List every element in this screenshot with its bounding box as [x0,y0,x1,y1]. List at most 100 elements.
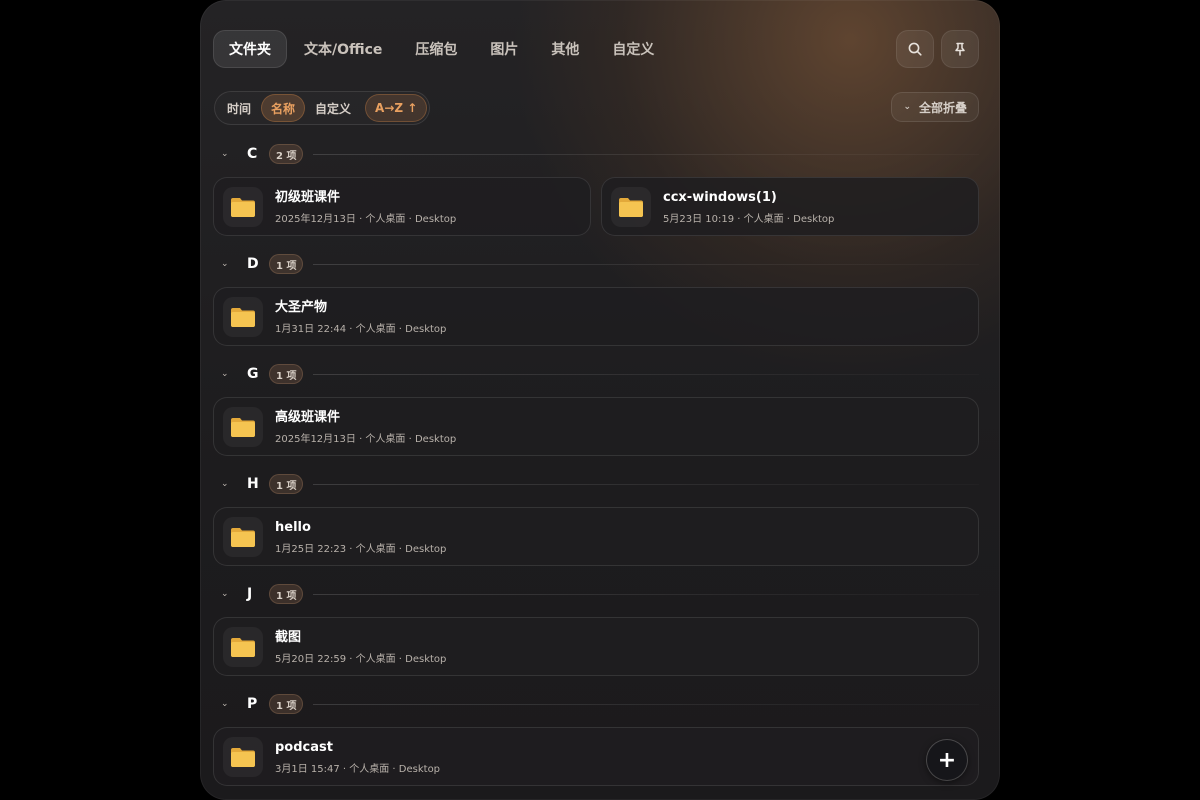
group-divider [313,703,979,705]
chevron-down-icon: ⌄ [221,589,229,599]
folder-card[interactable]: 截图 5月20日 22:59 · 个人桌面 · Desktop [213,617,979,676]
chevron-down-icon: ⌄ [221,369,229,379]
chevron-down-icon: ⌄ [221,479,229,489]
folder-details: 5月20日 22:59 · 个人桌面 · Desktop [275,653,447,665]
folder-card[interactable]: hello 1月25日 22:23 · 个人桌面 · Desktop [213,507,979,566]
group-divider [313,483,979,485]
group-letter: G [247,366,259,382]
folder-icon [231,307,255,327]
folder-thumb [223,296,263,337]
folder-meta: hello 1月25日 22:23 · 个人桌面 · Desktop [275,519,446,555]
group-cards: hello 1月25日 22:23 · 个人桌面 · Desktop [213,507,979,566]
folder-thumb [223,186,263,227]
category-tabs: 文件夹 文本/Office 压缩包 图片 其他 自定义 [213,30,671,68]
group-cards: 初级班课件 2025年12月13日 · 个人桌面 · Desktop ccx-win… [213,177,979,236]
group-count-badge: 1 项 [269,694,304,714]
folder-icon [231,747,255,767]
folder-icon [231,637,255,657]
folder-thumb [223,736,263,777]
sort-direction-toggle[interactable]: A→Z ↑ [365,94,428,122]
folder-details: 2025年12月13日 · 个人桌面 · Desktop [275,213,457,225]
sort-by-custom[interactable]: 自定义 [305,94,361,122]
search-icon [908,42,922,56]
folder-thumb [223,626,263,667]
group-header[interactable]: ⌄ C 2 项 [213,137,979,171]
folder-meta: 初级班课件 2025年12月13日 · 个人桌面 · Desktop [275,189,456,225]
folder-card[interactable]: 初级班课件 2025年12月13日 · 个人桌面 · Desktop [213,177,591,236]
file-panel: 文件夹 文本/Office 压缩包 图片 其他 自定义 时间 名称 自定义 A→… [200,0,1000,800]
collapse-all-button[interactable]: ⌄ 全部折叠 [891,92,979,122]
group-header[interactable]: ⌄ D 1 项 [213,247,979,281]
folder-details: 1月25日 22:23 · 个人桌面 · Desktop [275,543,447,555]
tab-archives[interactable]: 压缩包 [399,30,473,68]
folder-name: 高级班课件 [275,409,341,425]
folder-name: 截图 [275,629,302,645]
add-button[interactable]: + [927,740,967,780]
group-letter: P [247,696,258,712]
folder-thumb [223,516,263,557]
folder-details: 5月23日 10:19 · 个人桌面 · Desktop [663,213,835,225]
group-cards: 高级班课件 2025年12月13日 · 个人桌面 · Desktop [213,397,979,456]
folder-name: podcast [275,739,333,755]
chevron-down-icon: ⌄ [903,102,911,112]
group-letter: H [247,476,259,492]
group-cards: 大圣产物 1月31日 22:44 · 个人桌面 · Desktop [213,287,979,346]
folder-icon [231,527,255,547]
group-count-badge: 1 项 [269,584,304,604]
folder-thumb [223,406,263,447]
group-letter: C [247,146,258,162]
folder-meta: 截图 5月20日 22:59 · 个人桌面 · Desktop [275,629,446,665]
group-letter: D [247,256,259,272]
group-header[interactable]: ⌄ P 1 项 [213,687,979,721]
chevron-down-icon: ⌄ [221,699,229,709]
folder-meta: 大圣产物 1月31日 22:44 · 个人桌面 · Desktop [275,299,446,335]
folder-details: 1月31日 22:44 · 个人桌面 · Desktop [275,323,447,335]
folder-card[interactable]: 大圣产物 1月31日 22:44 · 个人桌面 · Desktop [213,287,979,346]
folder-name: 大圣产物 [275,299,328,315]
folder-icon [231,197,255,217]
group-count-badge: 1 项 [269,254,304,274]
folder-meta: podcast 3月1日 15:47 · 个人桌面 · Desktop [275,739,440,775]
folder-meta: 高级班课件 2025年12月13日 · 个人桌面 · Desktop [275,409,456,445]
group-cards: podcast 3月1日 15:47 · 个人桌面 · Desktop + [213,727,979,786]
tab-images[interactable]: 图片 [474,30,534,68]
chevron-down-icon: ⌄ [221,149,229,159]
folder-name: 初级班课件 [275,189,341,205]
pin-button[interactable] [941,30,979,68]
tab-custom[interactable]: 自定义 [596,30,670,68]
folder-card[interactable]: 高级班课件 2025年12月13日 · 个人桌面 · Desktop [213,397,979,456]
folder-details: 2025年12月13日 · 个人桌面 · Desktop [275,433,457,445]
group-header[interactable]: ⌄ J 1 项 [213,577,979,611]
tab-folders[interactable]: 文件夹 [213,30,287,68]
sort-by-time[interactable]: 时间 [217,94,261,122]
group-divider [313,593,979,595]
group-header[interactable]: ⌄ G 1 项 [213,357,979,391]
folder-icon [231,417,255,437]
group-count-badge: 2 项 [269,144,304,164]
folder-details: 3月1日 15:47 · 个人桌面 · Desktop [275,763,441,775]
group-count-badge: 1 项 [269,474,304,494]
folder-card[interactable]: ccx-windows(1) 5月23日 10:19 · 个人桌面 · Deskt… [601,177,979,236]
group-header[interactable]: ⌄ H 1 项 [213,467,979,501]
folder-list: ⌄ C 2 项初级班课件 2025年12月13日 · 个人桌面 · Desktop cc… [213,137,979,797]
tab-text-office[interactable]: 文本/Office [288,30,398,68]
pin-icon [955,42,965,56]
collapse-all-label: 全部折叠 [918,100,967,115]
sort-by-name[interactable]: 名称 [261,94,306,122]
folder-card[interactable]: podcast 3月1日 15:47 · 个人桌面 · Desktop + [213,727,979,786]
folder-name: ccx-windows(1) [663,189,777,205]
tab-other[interactable]: 其他 [535,30,595,68]
group-count-badge: 1 项 [269,364,304,384]
chevron-down-icon: ⌄ [221,259,229,269]
group-cards: 截图 5月20日 22:59 · 个人桌面 · Desktop [213,617,979,676]
group-divider [313,373,979,375]
folder-icon [619,197,643,217]
sort-bar: 时间 名称 自定义 A→Z ↑ [214,91,430,125]
group-divider [313,153,979,155]
folder-meta: ccx-windows(1) 5月23日 10:19 · 个人桌面 · Deskt… [663,189,834,225]
folder-thumb [611,186,651,227]
group-divider [313,263,979,265]
search-button[interactable] [896,30,934,68]
group-letter: J [247,586,253,602]
folder-name: hello [275,519,311,535]
